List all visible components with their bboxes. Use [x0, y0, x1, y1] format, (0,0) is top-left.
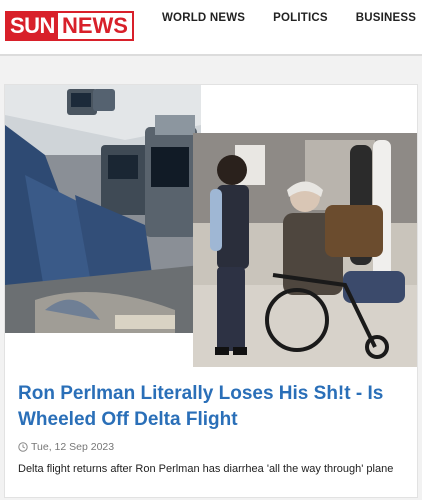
nav-politics[interactable]: POLITICS — [273, 12, 328, 24]
site-header: SUN NEWS WORLD NEWS POLITICS BUSINESS — [0, 0, 422, 56]
article-summary: Delta flight returns after Ron Perlman h… — [18, 463, 394, 475]
main-nav: WORLD NEWS POLITICS BUSINESS — [162, 12, 422, 24]
logo-sun-text: SUN — [5, 11, 58, 41]
article-card[interactable]: Ron Perlman Literally Loses His Sh!t - I… — [4, 84, 418, 498]
hero-image-composite — [5, 85, 417, 367]
wheelchair-airport-image — [193, 133, 417, 367]
nav-world-news[interactable]: WORLD NEWS — [162, 12, 245, 24]
article-hero-image[interactable] — [5, 85, 417, 367]
article-meta: Tue, 12 Sep 2023 — [18, 441, 114, 453]
clock-icon — [18, 442, 28, 452]
logo-news-text: NEWS — [57, 11, 134, 41]
article-date: Tue, 12 Sep 2023 — [31, 441, 115, 453]
airplane-cabin-image — [5, 85, 201, 333]
site-logo[interactable]: SUN NEWS — [5, 11, 134, 41]
article-title[interactable]: Ron Perlman Literally Loses His Sh!t - I… — [18, 381, 398, 433]
nav-business[interactable]: BUSINESS — [356, 12, 416, 24]
